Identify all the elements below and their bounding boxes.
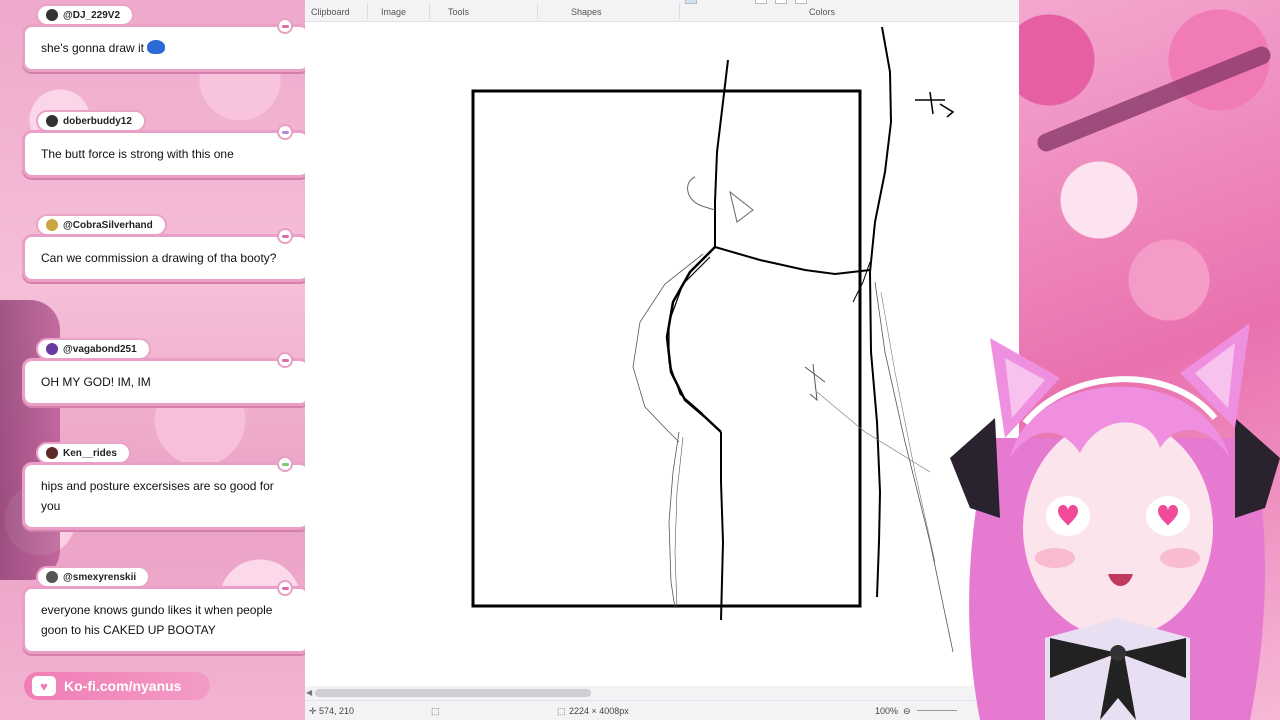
kofi-label: Ko-fi.com/nyanus bbox=[64, 678, 182, 694]
chat-text: The butt force is strong with this one bbox=[41, 147, 234, 161]
ribbon-separator bbox=[679, 3, 680, 19]
chat-username: @DJ_229V2 bbox=[63, 9, 121, 21]
emoji-icon bbox=[147, 40, 166, 54]
chat-text: she's gonna draw it bbox=[41, 41, 145, 55]
user-avatar bbox=[46, 219, 58, 231]
pin-icon bbox=[277, 124, 293, 140]
zoom-out-icon[interactable]: ⊖ bbox=[903, 706, 911, 717]
chat-username: doberbuddy12 bbox=[63, 115, 132, 127]
chat-username: @smexyrenskii bbox=[63, 571, 137, 583]
user-avatar bbox=[46, 571, 58, 583]
chat-username: @CobraSilverhand bbox=[63, 219, 153, 231]
scroll-left-icon[interactable]: ◀ bbox=[306, 688, 312, 697]
chat-bubble: everyone knows gundo likes it when peopl… bbox=[22, 580, 310, 654]
user-avatar bbox=[46, 447, 58, 459]
pin-icon bbox=[277, 456, 293, 472]
ribbon-shapes[interactable]: Shapes bbox=[571, 7, 602, 17]
pin-icon bbox=[277, 228, 293, 244]
paint-window: Clipboard Image Tools Shapes Colors ◀ ✛ … bbox=[305, 0, 1019, 720]
chat-text: OH MY GOD! IM, IM bbox=[41, 375, 151, 389]
user-avatar bbox=[46, 343, 58, 355]
cursor-icon: ✛ bbox=[309, 706, 317, 716]
ribbon-separator bbox=[429, 3, 430, 19]
ribbon-clipboard[interactable]: Clipboard bbox=[311, 7, 350, 17]
sketch-drawing bbox=[471, 26, 955, 653]
kofi-heart-icon: ♥ bbox=[32, 676, 56, 696]
ribbon: Clipboard Image Tools Shapes Colors bbox=[305, 0, 1019, 22]
user-avatar bbox=[46, 9, 58, 21]
canvas-size: 2224 × 4008px bbox=[569, 706, 629, 716]
vtuber-avatar bbox=[950, 323, 1280, 720]
ribbon-tools[interactable]: Tools bbox=[448, 7, 469, 17]
pin-icon bbox=[277, 580, 293, 596]
drawing-canvas[interactable] bbox=[305, 22, 1019, 686]
color-swatch[interactable] bbox=[775, 0, 787, 4]
chat-text: hips and posture excersises are so good … bbox=[41, 479, 274, 513]
chat-username-pill: @smexyrenskii bbox=[36, 566, 151, 588]
chat-username-pill: doberbuddy12 bbox=[36, 110, 146, 132]
chat-bubble: OH MY GOD! IM, IM bbox=[22, 352, 310, 406]
chat-bubble: The butt force is strong with this one bbox=[22, 124, 310, 178]
chat-bubble: Can we commission a drawing of tha booty… bbox=[22, 228, 310, 282]
scrollbar-thumb[interactable] bbox=[315, 689, 591, 697]
canvas-size-icon: ⬚ bbox=[557, 706, 566, 716]
chat-username-pill: Ken__rides bbox=[36, 442, 131, 464]
chat-text: Can we commission a drawing of tha booty… bbox=[41, 251, 277, 265]
chat-text: everyone knows gundo likes it when peopl… bbox=[41, 603, 273, 637]
ribbon-image[interactable]: Image bbox=[381, 7, 406, 17]
chat-username-pill: @DJ_229V2 bbox=[36, 4, 135, 26]
chat-bubble: hips and posture excersises are so good … bbox=[22, 456, 310, 530]
color-swatch[interactable] bbox=[685, 0, 697, 4]
chat-username: @vagabond251 bbox=[63, 343, 137, 355]
chat-username: Ken__rides bbox=[63, 447, 117, 459]
chat-username-pill: @CobraSilverhand bbox=[36, 214, 167, 236]
zoom-level: 100% bbox=[875, 706, 899, 716]
selection-icon: ⬚ bbox=[431, 706, 440, 716]
frame-rect bbox=[471, 89, 862, 608]
kofi-link[interactable]: ♥ Ko-fi.com/nyanus bbox=[24, 672, 210, 700]
pin-icon bbox=[277, 352, 293, 368]
ribbon-separator bbox=[367, 3, 368, 19]
horizontal-scrollbar[interactable]: ◀ bbox=[305, 686, 1019, 700]
chat-username-pill: @vagabond251 bbox=[36, 338, 151, 360]
user-avatar bbox=[46, 115, 58, 127]
color-swatch[interactable] bbox=[795, 0, 807, 4]
chat-bubble: she's gonna draw it bbox=[22, 18, 310, 72]
pin-icon bbox=[277, 18, 293, 34]
ribbon-colors[interactable]: Colors bbox=[809, 7, 835, 17]
ribbon-separator bbox=[537, 3, 538, 19]
color-swatch[interactable] bbox=[755, 0, 767, 4]
status-bar: ✛ 574, 210 ⬚ ⬚ 2224 × 4008px 100% ⊖ bbox=[305, 700, 1019, 720]
cursor-position: 574, 210 bbox=[319, 706, 355, 716]
